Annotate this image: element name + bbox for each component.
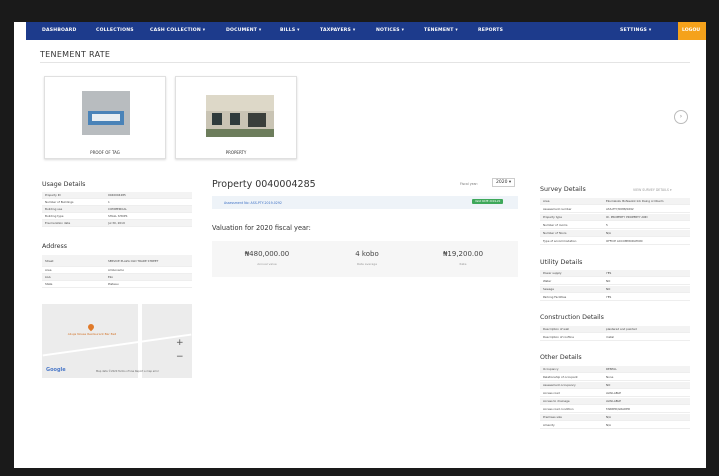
table-row: Building type SHALL SHOPS: [42, 213, 192, 220]
nav-dashboard[interactable]: DASHBOARD: [42, 28, 77, 33]
nav-settings[interactable]: SETTINGS ▾: [620, 28, 651, 33]
property-photo-image: [206, 95, 274, 137]
usage-details-title: Usage Details: [42, 181, 86, 188]
nav-tenement[interactable]: TENEMENT ▾: [424, 28, 458, 33]
nav-bills[interactable]: BILLS ▾: [280, 28, 300, 33]
table-row: Relationship of occupant None: [540, 374, 690, 381]
zoom-out-icon[interactable]: −: [176, 352, 184, 362]
table-row: Access road AVAILABLE: [540, 390, 690, 397]
nav-reports[interactable]: REPORTS: [478, 28, 503, 33]
table-row: Water NO: [540, 278, 690, 285]
table-row: Access to drainage AVAILABLE: [540, 398, 690, 405]
table-row: Assessment number ASS-PTY/0088/0292: [540, 206, 690, 213]
stat-rate-average: 4 kobo Rate average: [326, 250, 408, 266]
proof-of-tag-image: [82, 91, 130, 135]
table-row: Number of Buildings 1: [42, 199, 192, 206]
other-details-title: Other Details: [540, 354, 582, 361]
table-row: Amenity N/A: [540, 422, 690, 429]
table-row: Number of floors N/A: [540, 230, 690, 237]
table-row: LGA Eko: [42, 274, 192, 281]
top-navbar: DASHBOARD COLLECTIONS CASH COLLECTION ▾ …: [26, 22, 706, 40]
table-row: Street SERVICE PLAZA OLD TRADE STREET: [42, 255, 192, 267]
stat-annual-value-caption: Annual value: [257, 262, 277, 266]
property-photo-label: PROPERTY: [225, 150, 247, 155]
valuation-title: Valuation for 2020 fiscal year:: [212, 224, 311, 232]
zoom-in-icon[interactable]: +: [176, 338, 184, 348]
location-map[interactable]: Abuja Nosse Restaurant Bar Bell + − Goog…: [42, 304, 192, 378]
view-survey-details-link[interactable]: VIEW SURVEY DETAILS ▾: [633, 188, 672, 192]
map-road: [42, 333, 192, 357]
table-row: Premises size N/A: [540, 414, 690, 421]
assessment-link[interactable]: Assessment No: ASS-PTY-2019-0292: [224, 201, 282, 205]
address-title: Address: [42, 243, 68, 250]
nav-taxpayers[interactable]: TAXPAYERS ▾: [320, 28, 355, 33]
table-row: Property ID 0040004285: [42, 192, 192, 199]
survey-details-title: Survey Details: [540, 186, 586, 193]
table-row: Access road condition TARRED/GRADED: [540, 406, 690, 413]
table-row: Occupancy RENTAL: [540, 366, 690, 373]
stat-annual-value: ₦480,000.00 Annual value: [226, 250, 308, 266]
stat-rate: ₦19,200.00 Rate: [422, 250, 504, 266]
stat-rate-average-number: 4 kobo: [355, 250, 379, 258]
nav-document[interactable]: DOCUMENT ▾: [226, 28, 261, 33]
map-pin-icon[interactable]: [86, 322, 96, 332]
nav-collections[interactable]: COLLECTIONS: [96, 28, 134, 33]
table-row: State Plateau: [42, 281, 192, 288]
proof-of-tag-card[interactable]: PROOF OF TAG: [44, 76, 166, 159]
page-title: TENEMENT RATE: [40, 50, 111, 59]
table-row: Property type Ol. PROPERTY PROPERTY AND: [540, 214, 690, 221]
property-photo-card[interactable]: PROPERTY: [175, 76, 297, 159]
google-logo: Google: [46, 367, 66, 373]
table-row: Enumeration date Jul 30, 2019: [42, 220, 192, 227]
map-footer: Map data ©2020 Terms of Use Report a map…: [96, 370, 159, 373]
table-row: Description of wall plastered and painted: [540, 326, 690, 333]
table-row: Building use COMMERCIAL: [42, 206, 192, 213]
fiscal-year-select[interactable]: 2020 ▾: [492, 178, 516, 187]
status-badge: Valid RATE 2019-20: [472, 199, 504, 204]
table-row: Area Ambonamo: [42, 267, 192, 274]
table-row: Description of roofline metal: [540, 334, 690, 341]
nav-cash-collection[interactable]: CASH COLLECTION ▾: [150, 28, 205, 33]
gallery-next-button[interactable]: ›: [674, 110, 688, 124]
table-row: Type of accommodation OFFICE ACCOMMODATIO…: [540, 238, 690, 245]
proof-of-tag-label: PROOF OF TAG: [90, 150, 120, 155]
nav-notices[interactable]: NOTICES ▾: [376, 28, 404, 33]
table-row: Sewage NO: [540, 286, 690, 293]
stat-rate-average-caption: Rate average: [356, 262, 378, 266]
utility-details-title: Utility Details: [540, 259, 583, 266]
table-row: Power supply YES: [540, 270, 690, 277]
stat-rate-caption: Rate: [459, 262, 467, 266]
property-title: Property 0040004285: [212, 179, 316, 190]
fiscal-year-label: Fiscal year:: [460, 182, 478, 186]
title-divider: [40, 62, 690, 63]
table-row: Parking Facilities YES: [540, 294, 690, 301]
table-row: Area Ekumaloku Bofawolik Inb Daing ol Obe…: [540, 198, 690, 205]
table-row: Number of rooms 5: [540, 222, 690, 229]
map-pin-label: Abuja Nosse Restaurant Bar Bell: [67, 332, 117, 336]
stat-annual-value-number: ₦480,000.00: [244, 250, 290, 258]
construction-details-title: Construction Details: [540, 314, 604, 321]
table-row: Assessment occupancy NO: [540, 382, 690, 389]
logout-button[interactable]: LOGOU: [678, 22, 706, 40]
stat-rate-number: ₦19,200.00: [442, 250, 484, 258]
